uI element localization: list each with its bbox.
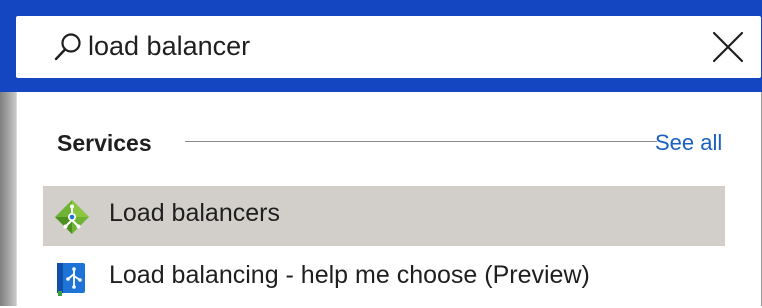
search-box[interactable] [16, 16, 761, 78]
close-icon[interactable] [711, 30, 745, 64]
result-item-load-balancing-guide[interactable]: Load balancing - help me choose (Preview… [43, 248, 725, 308]
section-title-services: Services [57, 130, 152, 156]
result-label: Load balancers [109, 199, 280, 227]
see-all-link[interactable]: See all [655, 130, 722, 156]
result-label: Load balancing - help me choose (Preview… [109, 261, 590, 289]
backdrop-shadow [0, 92, 16, 306]
load-balancer-icon [55, 200, 89, 234]
result-item-load-balancers[interactable]: Load balancers [43, 186, 725, 246]
section-divider [185, 141, 657, 142]
search-results-dropdown: Services See all Load balancers Load bal… [16, 92, 761, 306]
search-icon [54, 33, 81, 61]
load-balancing-guide-icon [57, 263, 85, 296]
search-input[interactable] [88, 24, 648, 68]
